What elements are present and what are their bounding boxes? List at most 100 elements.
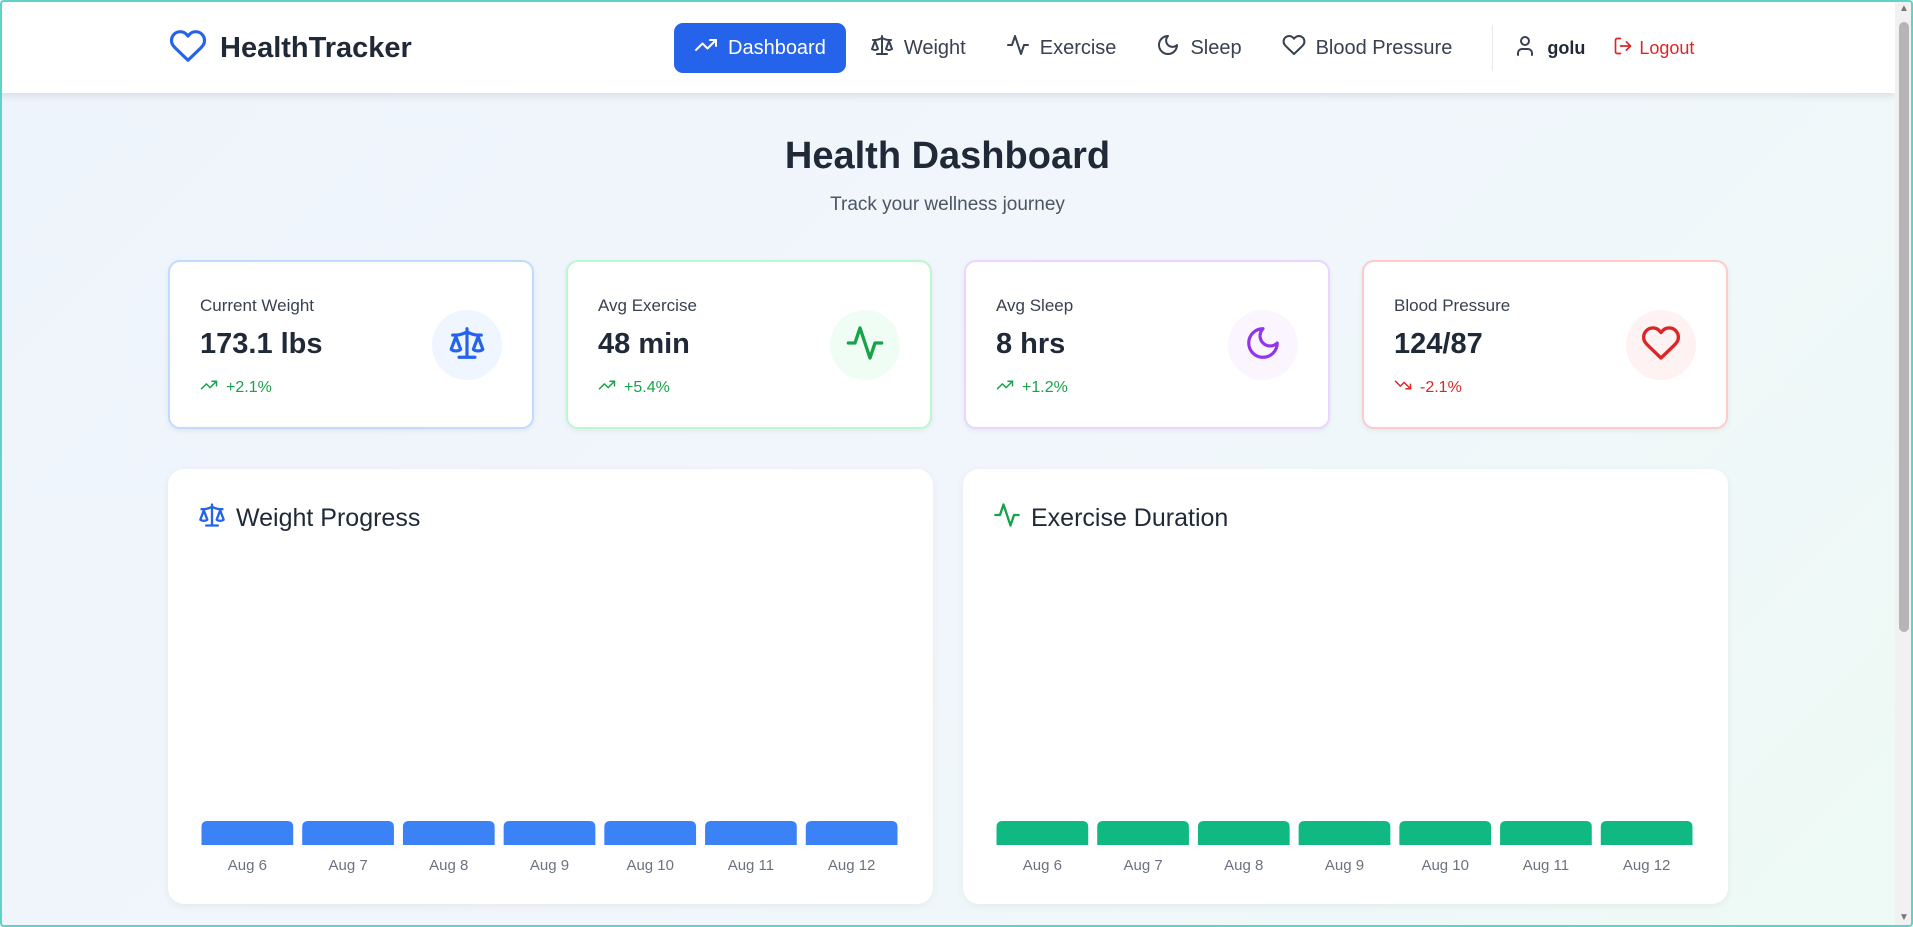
stat-label: Blood Pressure xyxy=(1394,296,1511,315)
nav-item-label: Blood Pressure xyxy=(1315,36,1453,59)
top-navbar: HealthTracker Dashboard Weight Exercise … xyxy=(0,0,1895,93)
heart-icon xyxy=(1282,33,1306,63)
chart-title: Weight Progress xyxy=(198,501,420,536)
stat-value: 173.1 lbs xyxy=(200,328,323,360)
x-tick-label: Aug 10 xyxy=(626,857,674,874)
chart-bar[interactable] xyxy=(1197,821,1290,845)
activity-icon xyxy=(1006,33,1030,63)
nav-item-label: Weight xyxy=(903,36,966,59)
scale-icon xyxy=(198,501,226,536)
trending-up-icon xyxy=(996,376,1014,399)
page-subtitle: Track your wellness journey xyxy=(830,194,1065,215)
nav-divider xyxy=(1492,25,1494,71)
trending-up-icon xyxy=(598,376,616,399)
trending-up-icon xyxy=(694,33,718,63)
scroll-up-arrow-icon[interactable]: ▲ xyxy=(1898,3,1910,15)
chart-bar[interactable] xyxy=(302,821,394,845)
stat-change: -2.1% xyxy=(1394,376,1462,399)
user-icon xyxy=(1513,34,1537,63)
stat-value: 48 min xyxy=(598,328,690,360)
chart-bar[interactable] xyxy=(705,821,797,845)
moon-icon xyxy=(1156,33,1180,63)
logout-label: Logout xyxy=(1639,37,1695,58)
nav-item-label: Sleep xyxy=(1190,36,1242,59)
nav-item-label: Exercise xyxy=(1039,36,1117,59)
user-menu[interactable]: golu xyxy=(1513,34,1585,63)
x-tick-label: Aug 8 xyxy=(429,857,468,874)
page-scrollbar[interactable]: ▲ ▼ xyxy=(1895,0,1913,927)
brand-name: HealthTracker xyxy=(220,31,412,64)
stat-value: 8 hrs xyxy=(996,328,1066,360)
nav-item-exercise[interactable]: Exercise xyxy=(986,23,1137,73)
stat-card-sleep: Avg Sleep 8 hrs +1.2% xyxy=(964,260,1330,429)
nav-item-label: Dashboard xyxy=(728,36,826,59)
brand[interactable]: HealthTracker xyxy=(168,28,412,68)
scroll-thumb[interactable] xyxy=(1899,22,1909,632)
stat-change: +5.4% xyxy=(598,376,670,399)
x-tick-label: Aug 8 xyxy=(1224,857,1263,874)
exercise-duration-card: Aug 6 Aug 7 Aug 8 Aug 9 Aug 10 Aug 11 Aug 12 E… xyxy=(963,469,1728,904)
stat-icon-circle xyxy=(830,310,900,380)
x-tick-label: Aug 6 xyxy=(1023,857,1062,874)
stat-label: Current Weight xyxy=(200,296,315,315)
logout-icon xyxy=(1613,36,1633,61)
activity-icon xyxy=(845,323,885,368)
chart-bar[interactable] xyxy=(1399,821,1492,845)
chart-bar[interactable] xyxy=(201,821,294,845)
chart-bar[interactable] xyxy=(1298,821,1391,845)
x-tick-label: Aug 10 xyxy=(1421,857,1469,874)
x-tick-label: Aug 12 xyxy=(1623,857,1671,874)
x-tick-label: Aug 9 xyxy=(530,857,569,874)
scale-icon xyxy=(870,33,894,63)
x-tick-label: Aug 9 xyxy=(1325,857,1364,874)
stat-icon-circle xyxy=(432,310,502,380)
stat-card-exercise: Avg Exercise 48 min +5.4% xyxy=(566,260,932,429)
chart-title-text: Weight Progress xyxy=(236,504,421,532)
trending-up-icon xyxy=(200,376,218,399)
x-tick-label: Aug 6 xyxy=(228,857,267,874)
stat-value: 124/87 xyxy=(1394,328,1483,360)
x-tick-label: Aug 12 xyxy=(828,857,876,874)
chart-bar[interactable] xyxy=(1097,821,1189,845)
nav-item-blood-pressure[interactable]: Blood Pressure xyxy=(1262,23,1473,73)
nav-item-sleep[interactable]: Sleep xyxy=(1136,23,1261,73)
chart-bar[interactable] xyxy=(604,821,697,845)
heart-logo-icon xyxy=(168,27,208,70)
x-tick-label: Aug 11 xyxy=(1523,857,1569,874)
scale-icon xyxy=(448,324,486,367)
nav-links: Dashboard Weight Exercise Sleep Blood Pr… xyxy=(674,23,1694,73)
stat-change-value: +1.2% xyxy=(1022,378,1068,396)
logout-button[interactable]: Logout xyxy=(1613,36,1694,61)
x-tick-label: Aug 7 xyxy=(1123,857,1162,874)
x-tick-label: Aug 7 xyxy=(328,857,367,874)
nav-item-dashboard[interactable]: Dashboard xyxy=(674,23,846,73)
chart-bar[interactable] xyxy=(996,821,1089,845)
nav-item-weight[interactable]: Weight xyxy=(850,23,986,73)
stat-change-value: +2.1% xyxy=(226,378,272,396)
page-title: Health Dashboard xyxy=(784,135,1111,177)
stat-label: Avg Sleep xyxy=(996,296,1074,315)
chart-bar[interactable] xyxy=(805,821,898,845)
stat-card-weight: Current Weight 173.1 lbs +2.1% xyxy=(168,260,534,429)
stat-label: Avg Exercise xyxy=(598,296,697,315)
chart-bar[interactable] xyxy=(1500,821,1592,845)
chart-bar[interactable] xyxy=(503,821,596,845)
stat-icon-circle xyxy=(1228,310,1298,380)
stat-icon-circle xyxy=(1626,310,1696,380)
heart-icon xyxy=(1641,323,1681,368)
chart-bar[interactable] xyxy=(402,821,495,845)
chart-title: Exercise Duration xyxy=(993,501,1228,536)
scroll-down-arrow-icon[interactable]: ▼ xyxy=(1898,912,1910,924)
trending-down-icon xyxy=(1394,376,1412,399)
moon-icon xyxy=(1244,324,1282,367)
x-tick-label: Aug 11 xyxy=(728,857,774,874)
stat-change-value: +5.4% xyxy=(624,378,670,396)
stat-change: +1.2% xyxy=(996,376,1068,399)
activity-icon xyxy=(993,501,1021,536)
chart-title-text: Exercise Duration xyxy=(1031,504,1229,532)
stat-change: +2.1% xyxy=(200,376,272,399)
stat-card-blood-pressure: Blood Pressure 124/87 -2.1% xyxy=(1362,260,1728,429)
chart-bar[interactable] xyxy=(1600,821,1693,845)
stat-change-value: -2.1% xyxy=(1420,378,1462,396)
weight-progress-card: Aug 6 Aug 7 Aug 8 Aug 9 Aug 10 Aug 11 Aug 12 W… xyxy=(168,469,933,904)
